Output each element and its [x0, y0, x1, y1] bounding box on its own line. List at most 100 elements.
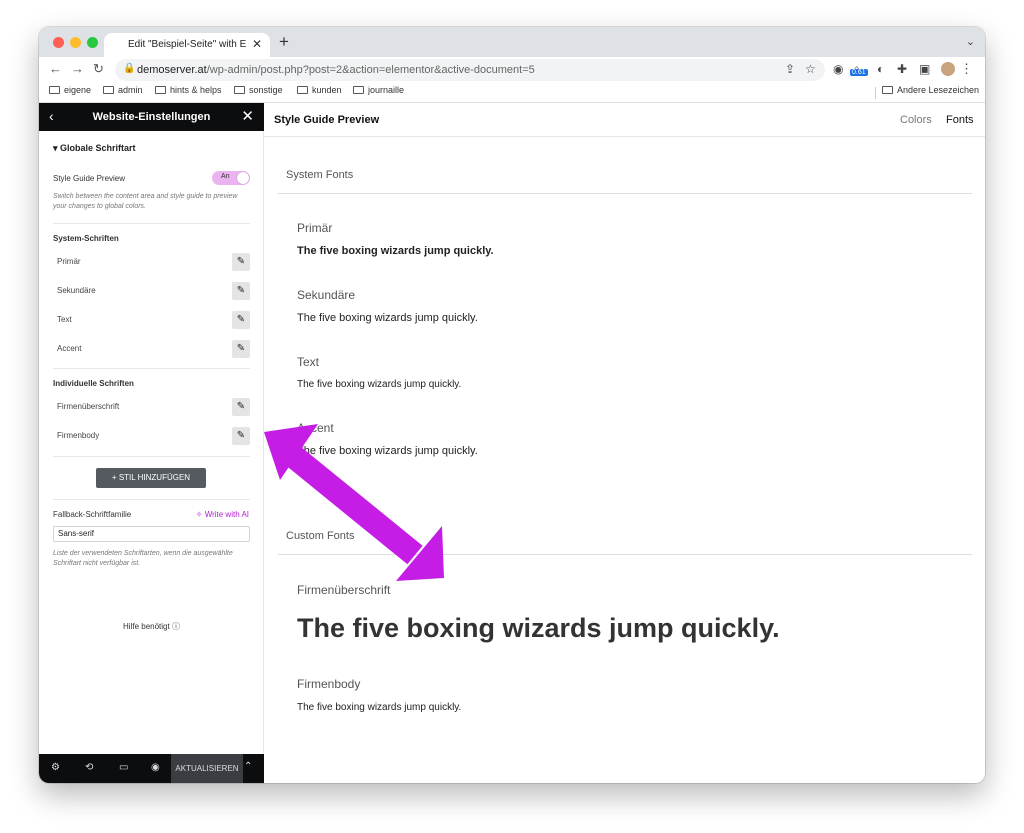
tab-fonts[interactable]: Fonts: [946, 114, 974, 126]
address-bar[interactable]: 🔒 demoserver.at/wp-admin/post.php?post=2…: [115, 59, 825, 81]
chevron-down-icon[interactable]: ⌄: [966, 35, 975, 48]
font-name: Firmenüberschrift: [297, 583, 391, 597]
fallback-label: Fallback-Schriftfamilie: [53, 510, 132, 519]
star-icon[interactable]: ☆: [805, 62, 816, 76]
add-style-button[interactable]: + STIL HINZUFÜGEN: [96, 468, 206, 488]
section-header[interactable]: ▾ Globale Schriftart: [53, 143, 136, 154]
bookmark-label: Andere Lesezeichen: [897, 85, 980, 95]
font-row-primar: Primär ✎: [53, 251, 250, 273]
bookmark-label: eigene: [64, 85, 92, 95]
bookmark-separator: [875, 87, 876, 99]
puzzle-icon[interactable]: ✚: [897, 62, 907, 76]
help-link[interactable]: Hilfe benötigt ⓘ: [39, 621, 264, 632]
edit-pencil-icon[interactable]: ✎: [232, 282, 250, 300]
folder-icon: [882, 86, 893, 94]
browser-window: Edit "Beispiel-Seite" with Elem ✕ + ⌄ ← …: [39, 27, 985, 783]
back-icon[interactable]: ←: [49, 61, 62, 76]
panel-title: Website-Einstellungen: [92, 111, 211, 123]
url-host: demoserver.at: [137, 64, 207, 76]
system-fonts-section-title: System Fonts: [286, 169, 354, 181]
bookmark-folder[interactable]: admin: [103, 85, 143, 95]
folder-icon: [353, 86, 364, 94]
style-guide-toggle[interactable]: An: [212, 171, 250, 185]
close-icon[interactable]: ✕: [241, 107, 254, 125]
url-text: demoserver.at/wp-admin/post.php?post=2&a…: [137, 64, 535, 76]
font-name: Accent: [297, 421, 334, 435]
browser-toolbar: ← → ↻ 🔒 demoserver.at/wp-admin/post.php?…: [39, 57, 985, 83]
bookmark-folder[interactable]: journaille: [353, 85, 404, 95]
bookmark-label: hints & helps: [170, 85, 222, 95]
gear-icon[interactable]: ⚙: [51, 762, 60, 773]
ai-link-label: Write with AI: [204, 510, 249, 519]
close-icon[interactable]: ✕: [252, 37, 262, 51]
update-button[interactable]: AKTUALISIEREN: [171, 754, 243, 783]
font-name: Text: [297, 355, 320, 369]
bookmark-label: kunden: [312, 85, 342, 95]
font-row-label: Sekundäre: [57, 286, 96, 295]
browser-tab[interactable]: Edit "Beispiel-Seite" with Elem ✕: [104, 33, 270, 57]
custom-fonts-section-title: Custom Fonts: [286, 530, 355, 542]
avatar[interactable]: [941, 62, 955, 76]
history-icon[interactable]: ⟲: [85, 762, 93, 773]
bookmark-folder[interactable]: hints & helps: [155, 85, 222, 95]
edit-pencil-icon[interactable]: ✎: [232, 398, 250, 416]
eye-icon[interactable]: ◉: [151, 762, 160, 773]
edit-pencil-icon[interactable]: ✎: [232, 253, 250, 271]
font-row-firmenbody: Firmenbody ✎: [53, 425, 250, 447]
chevron-left-icon[interactable]: ‹: [49, 108, 54, 124]
font-row-label: Primär: [57, 257, 81, 266]
url-path: /wp-admin/post.php?post=2&action=element…: [206, 64, 535, 76]
font-row-label: Text: [57, 315, 72, 324]
close-window-button[interactable]: [53, 37, 64, 48]
minimize-window-button[interactable]: [70, 37, 81, 48]
preview-header: Style Guide Preview Colors Fonts: [264, 103, 985, 137]
fallback-font-input[interactable]: Sans-serif: [53, 526, 250, 542]
section-divider: [278, 193, 972, 194]
bookmark-folder[interactable]: eigene: [49, 85, 91, 95]
divider: [53, 368, 250, 369]
edit-pencil-icon[interactable]: ✎: [232, 311, 250, 329]
other-bookmarks[interactable]: Andere Lesezeichen: [882, 85, 979, 95]
bookmark-label: sonstige: [249, 85, 283, 95]
font-row-sekundare: Sekundäre ✎: [53, 280, 250, 302]
write-with-ai-link[interactable]: ✧ Write with AI: [196, 510, 249, 519]
fallback-help: Liste der verwendeten Schriftarten, wenn…: [53, 550, 233, 567]
responsive-icon[interactable]: ▭: [119, 762, 128, 773]
more-icon[interactable]: ⋮: [960, 61, 973, 77]
section-title: Globale Schriftart: [60, 143, 136, 153]
help-label: Hilfe benötigt: [123, 622, 170, 631]
new-tab-icon[interactable]: +: [279, 32, 289, 52]
folder-icon: [234, 86, 245, 94]
font-sample: The five boxing wizards jump quickly.: [297, 379, 462, 390]
folder-icon: [49, 86, 60, 94]
divider: [53, 223, 250, 224]
font-row-text: Text ✎: [53, 309, 250, 331]
divider: [53, 499, 250, 500]
font-row-label: Firmenbody: [57, 431, 100, 440]
tab-colors[interactable]: Colors: [900, 114, 932, 126]
camera-icon[interactable]: ◉: [833, 62, 843, 76]
reload-icon[interactable]: ↻: [93, 61, 104, 77]
forward-icon[interactable]: →: [71, 61, 84, 76]
sidepanel-icon[interactable]: ▣: [919, 62, 930, 76]
panel-header: ‹ Website-Einstellungen ✕: [39, 103, 264, 131]
edit-pencil-icon[interactable]: ✎: [232, 427, 250, 445]
bookmark-folder[interactable]: sonstige: [234, 85, 283, 95]
chevron-up-icon[interactable]: ⌃: [244, 761, 252, 772]
zoom-window-button[interactable]: [87, 37, 98, 48]
section-divider: [278, 554, 972, 555]
tab-title: Edit "Beispiel-Seite" with Elem: [128, 39, 246, 50]
toggle-text: An: [221, 173, 230, 180]
panel-footer: ⚙ ⟲ ▭ ◉ AKTUALISIEREN ⌃: [39, 754, 264, 783]
folder-icon: [155, 86, 166, 94]
extension-badge: 0.61: [850, 69, 868, 76]
font-row-label: Accent: [57, 344, 82, 353]
font-sample: The five boxing wizards jump quickly.: [297, 445, 478, 457]
bookmark-folder[interactable]: kunden: [297, 85, 342, 95]
grammar-extension-icon[interactable]: ◐: [877, 62, 884, 76]
edit-pencil-icon[interactable]: ✎: [232, 340, 250, 358]
lock-icon: 🔒: [123, 63, 136, 74]
bookmark-label: admin: [118, 85, 143, 95]
font-sample-large: The five boxing wizards jump quickly.: [297, 613, 780, 643]
share-icon[interactable]: ⇪: [785, 62, 795, 76]
